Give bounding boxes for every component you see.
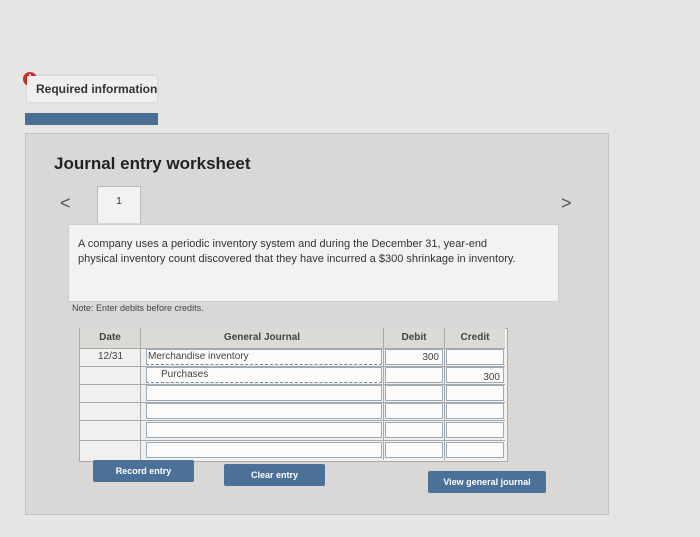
worksheet-title: Journal entry worksheet — [54, 154, 251, 173]
debit-input[interactable] — [385, 442, 443, 458]
account-input[interactable] — [146, 422, 382, 438]
debit-input[interactable] — [385, 403, 443, 419]
account-input[interactable]: Purchases — [146, 367, 382, 383]
tab-1[interactable]: 1 — [97, 186, 141, 223]
row-divider — [80, 440, 505, 441]
debit-input[interactable] — [385, 385, 443, 401]
debit-input[interactable] — [385, 367, 443, 383]
account-input[interactable]: Merchandise inventory — [146, 349, 382, 365]
record-entry-button[interactable]: Record entry — [93, 460, 194, 482]
prompt-text: A company uses a periodic inventory syst… — [78, 238, 516, 265]
credit-input[interactable] — [446, 442, 504, 458]
credit-input[interactable] — [446, 422, 504, 438]
debit-input[interactable]: 300 — [385, 349, 443, 365]
column-divider — [140, 328, 141, 460]
account-input[interactable] — [146, 403, 382, 419]
debit-input[interactable] — [385, 422, 443, 438]
account-input[interactable] — [146, 385, 382, 401]
credit-input[interactable]: 300 — [446, 367, 504, 383]
account-input[interactable] — [146, 442, 382, 458]
next-arrow-icon[interactable]: > — [561, 193, 572, 214]
credit-input[interactable] — [446, 349, 504, 365]
column-divider — [383, 328, 384, 460]
column-header-date: Date — [80, 328, 140, 348]
date-cell[interactable]: 12/31 — [98, 351, 123, 362]
column-header-debit: Debit — [384, 328, 444, 348]
row-divider — [80, 420, 505, 421]
credit-value: 300 — [483, 372, 500, 383]
prev-arrow-icon[interactable]: < — [60, 193, 71, 214]
account-value: Purchases — [161, 369, 209, 380]
clear-entry-button[interactable]: Clear entry — [224, 464, 325, 486]
credit-input[interactable] — [446, 403, 504, 419]
column-header-credit: Credit — [445, 328, 505, 348]
section-bar — [25, 113, 158, 125]
note-text: Note: Enter debits before credits. — [72, 303, 204, 313]
account-value: Merchandise inventory — [148, 351, 249, 362]
column-header-general-journal: General Journal — [141, 328, 383, 348]
credit-input[interactable] — [446, 385, 504, 401]
column-divider — [444, 328, 445, 460]
debit-value: 300 — [422, 352, 439, 363]
view-general-journal-button[interactable]: View general journal — [428, 471, 546, 493]
required-info-title: Required information — [36, 82, 158, 96]
